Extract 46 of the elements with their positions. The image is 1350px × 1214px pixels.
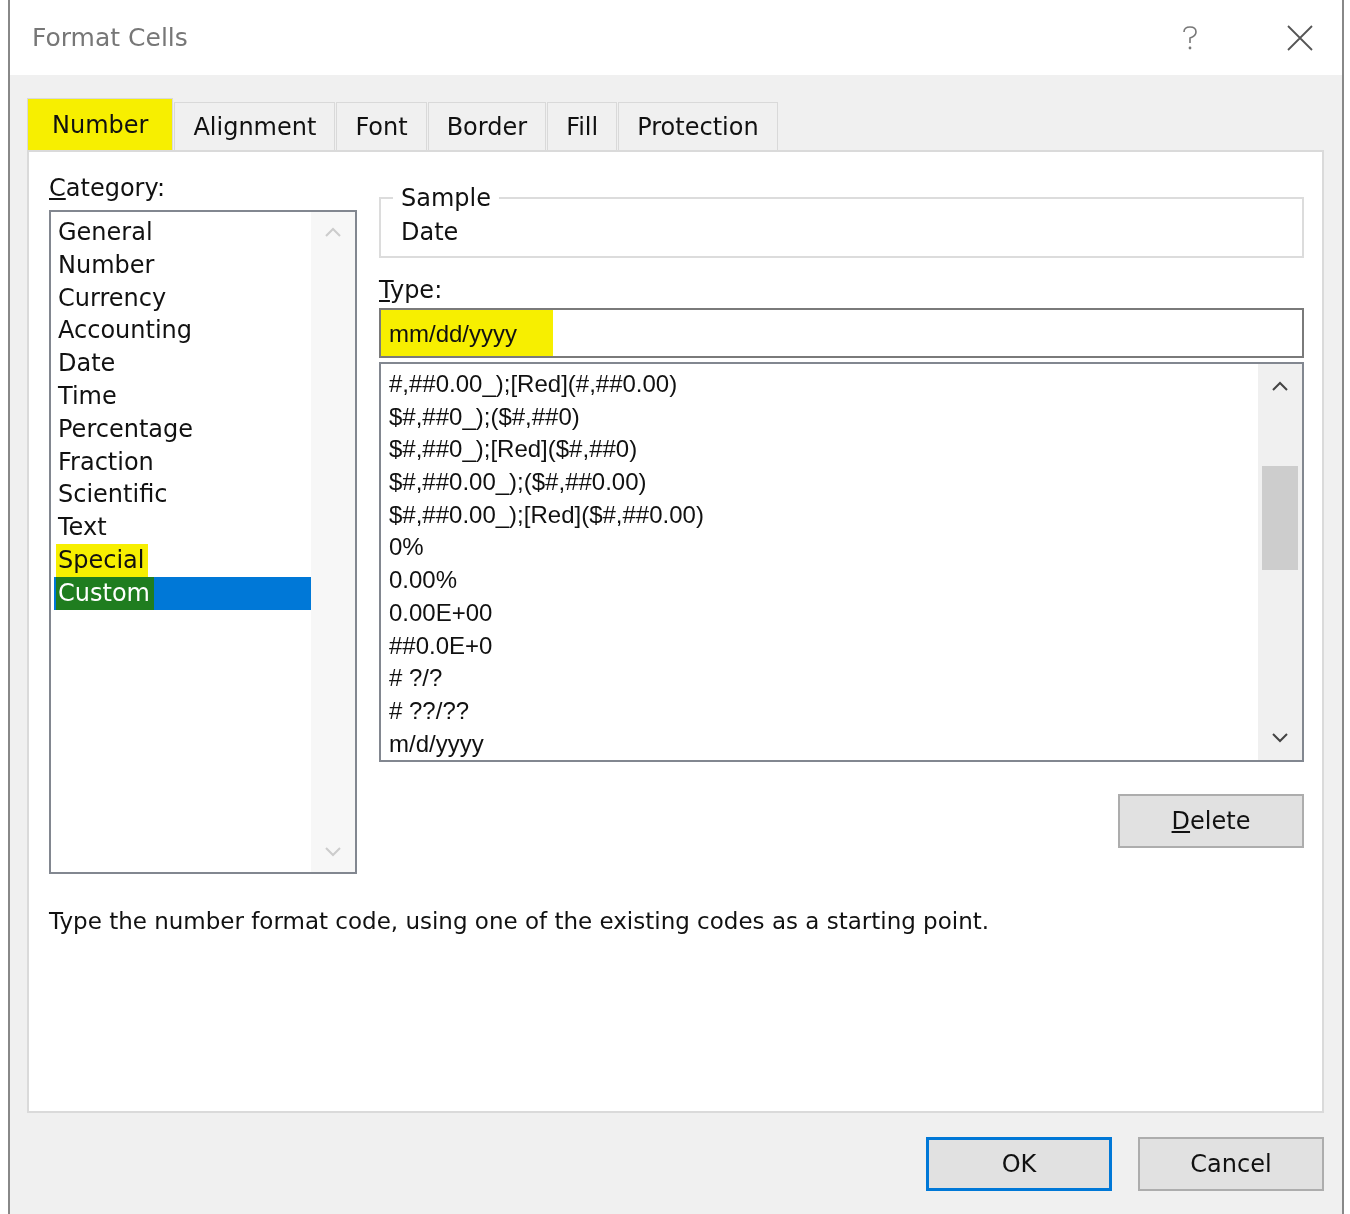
format-code-item[interactable]: $#,##0.00_);($#,##0.00) (389, 466, 1250, 499)
format-code-item[interactable]: 0.00E+00 (389, 596, 1250, 630)
close-icon[interactable] (1286, 23, 1314, 52)
tab[interactable]: Alignment (174, 102, 336, 150)
help-icon[interactable] (1182, 24, 1198, 51)
category-item[interactable]: Accounting (54, 314, 311, 348)
format-code-item[interactable]: # ?/? (389, 662, 1250, 695)
category-item[interactable]: General (54, 216, 311, 249)
format-code-item[interactable]: 0.00% (389, 564, 1250, 597)
format-code-item[interactable]: ##0.0E+0 (389, 629, 1250, 663)
scroll-up-icon[interactable] (1271, 380, 1289, 392)
format-code-item[interactable]: $#,##0.00_);[Red]($#,##0.00) (389, 498, 1250, 532)
sample-value: Date (401, 218, 460, 246)
category-item[interactable]: Custom (54, 576, 311, 610)
tab[interactable]: Fill (547, 102, 618, 150)
category-label: Category: (49, 174, 166, 202)
tab[interactable]: Number (27, 98, 174, 150)
type-field[interactable]: mm/dd/yyyy (379, 308, 1304, 358)
tab[interactable]: Font (336, 102, 427, 150)
scroll-down-icon[interactable] (1271, 732, 1289, 744)
category-item[interactable]: Currency (54, 281, 311, 315)
category-item[interactable]: Special (54, 543, 311, 577)
scrollbar[interactable] (1258, 364, 1302, 760)
format-code-item[interactable]: 0% (389, 531, 1250, 565)
category-item[interactable]: Number (54, 248, 311, 282)
format-code-item[interactable]: m/d/yyyy (389, 727, 1250, 761)
format-code-item[interactable]: $#,##0_);[Red]($#,##0) (389, 433, 1250, 467)
category-item[interactable]: Date (54, 347, 311, 380)
tab[interactable]: Protection (618, 102, 778, 150)
format-code-item[interactable]: #,##0.00_);[Red](#,##0.00) (389, 368, 1250, 401)
sample-label: Sample (400, 184, 492, 212)
dialog-button[interactable]: OK (926, 1137, 1112, 1191)
delete-button[interactable]: Delete (1118, 794, 1304, 848)
category-item[interactable]: Fraction (54, 445, 311, 479)
window-title: Format Cells (32, 23, 188, 52)
description-text: Type the number format code, using one of the existing codes as a starting point. (49, 908, 991, 934)
category-item[interactable]: Time (54, 380, 311, 413)
format-code-item[interactable]: # ??/?? (389, 694, 1250, 728)
scroll-thumb[interactable] (1262, 466, 1298, 570)
category-item[interactable]: Scientific (54, 478, 311, 512)
category-item[interactable]: Percentage (54, 412, 311, 446)
type-label: Type: (379, 276, 444, 304)
category-item[interactable]: Text (54, 511, 311, 544)
format-code-item[interactable]: $#,##0_);($#,##0) (389, 400, 1250, 434)
dialog-button[interactable]: Cancel (1138, 1137, 1324, 1191)
tab[interactable]: Border (427, 102, 547, 150)
